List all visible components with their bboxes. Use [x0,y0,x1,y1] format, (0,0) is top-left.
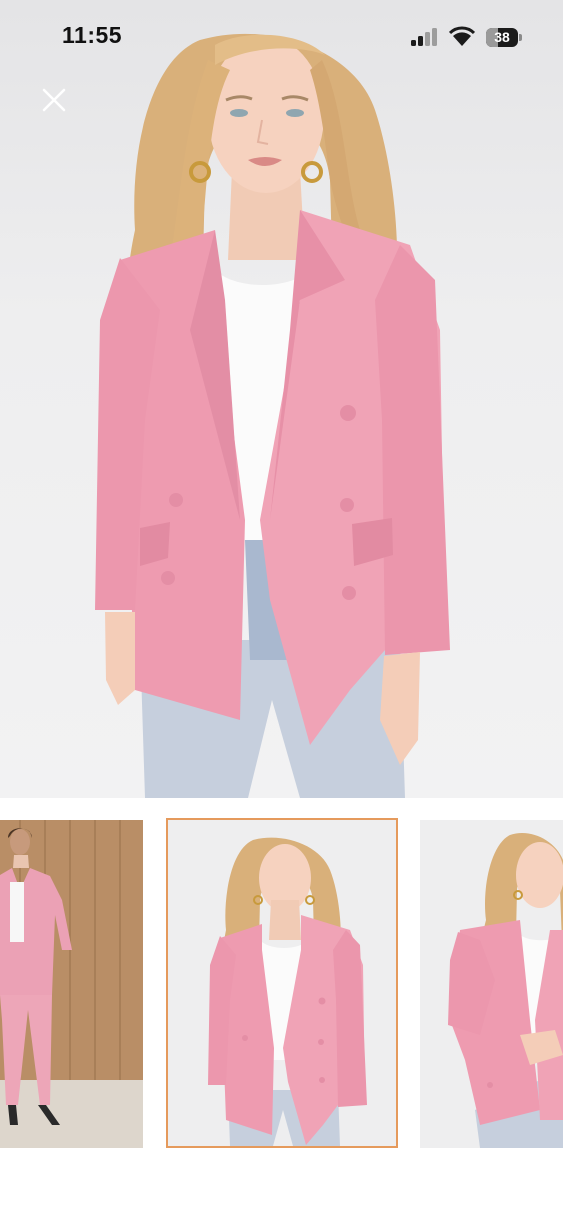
wifi-icon [448,26,476,51]
status-bar: 11:55 38 [0,0,563,72]
close-button[interactable] [38,84,70,116]
battery-level: 38 [494,29,510,45]
signal-icon [411,28,439,51]
thumbnail-1[interactable] [0,820,143,1148]
thumbnail-2-selected[interactable] [166,818,398,1148]
battery-cap [519,34,522,41]
close-icon [42,88,66,112]
battery-icon: 38 [486,28,522,47]
thumbnail-strip [0,818,563,1150]
battery-body: 38 [486,28,518,47]
model-full-length-suit-image [0,820,143,1148]
status-time: 11:55 [62,22,123,48]
model-blazer-side-image [420,820,563,1148]
main-product-photo[interactable] [0,0,563,798]
image-viewer-screen: 11:55 38 [0,0,563,1219]
model-blazer-front-image [168,820,396,1146]
model-in-pink-blazer-image [95,33,450,798]
thumbnail-3[interactable] [420,820,563,1148]
